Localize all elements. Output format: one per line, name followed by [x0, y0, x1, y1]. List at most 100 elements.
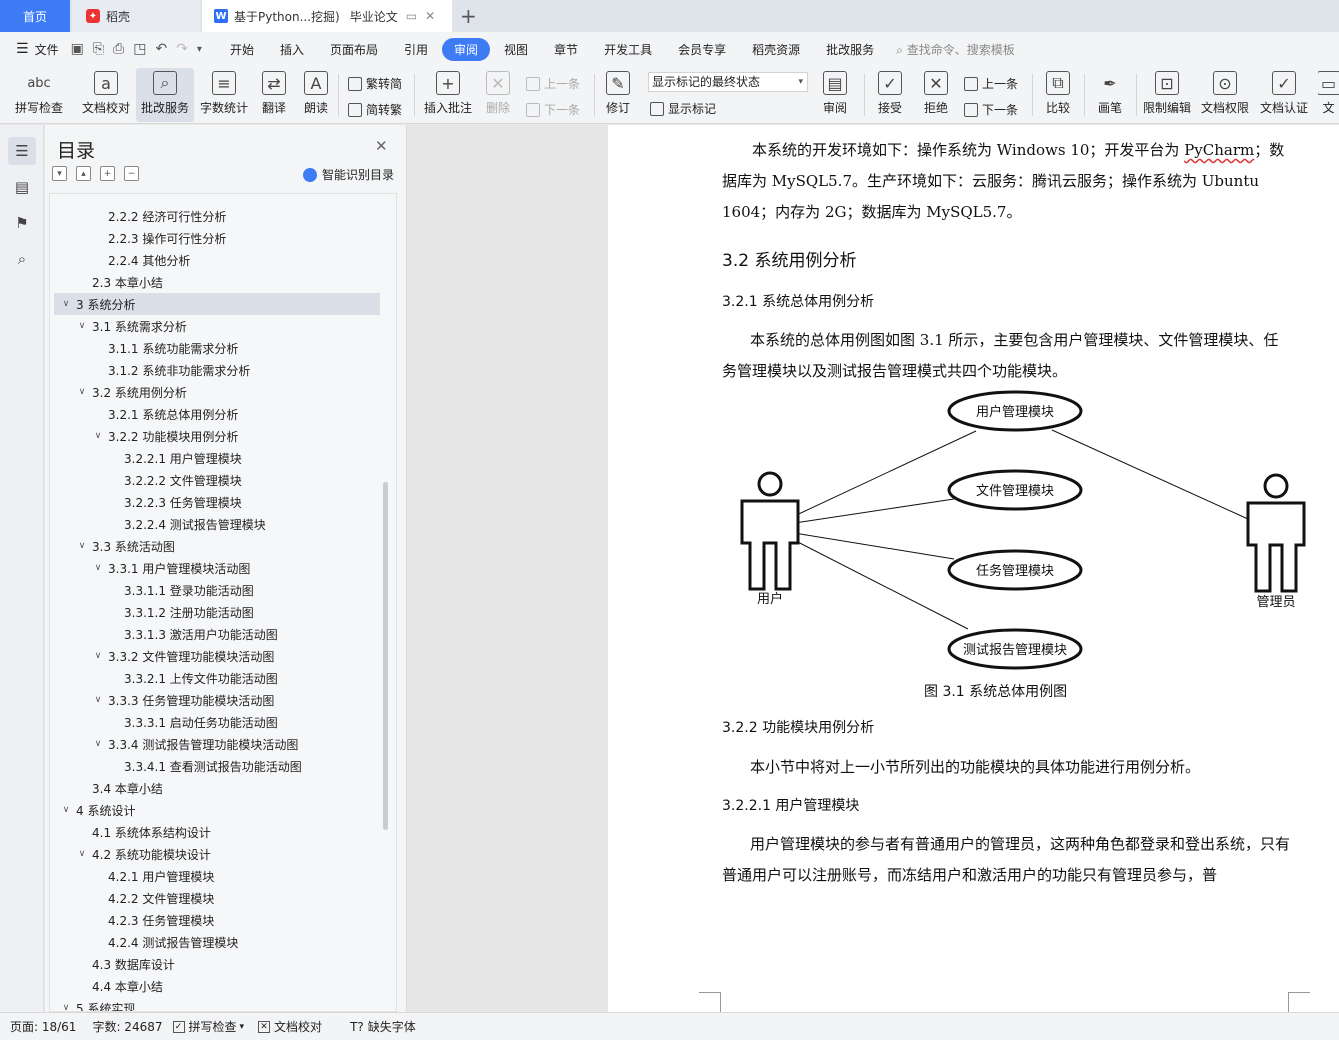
chapter-panel-icon[interactable]: ▤ — [8, 173, 36, 201]
menu-tab-10[interactable]: 批改服务 — [814, 38, 886, 61]
proofread-button[interactable]: a 文档校对 — [78, 68, 134, 122]
toc-item[interactable]: 3.2.1 系统总体用例分析 — [54, 403, 380, 425]
pin-window-icon[interactable]: ▭ — [406, 9, 417, 23]
tab-home[interactable]: 首页 — [0, 0, 70, 32]
command-search[interactable]: ⌕ 查找命令、搜索模板 — [896, 41, 1015, 58]
menu-tab-5[interactable]: 视图 — [492, 38, 540, 61]
new-tab-plus-icon[interactable]: + — [460, 4, 477, 28]
menu-tab-6[interactable]: 章节 — [542, 38, 590, 61]
search-icon[interactable]: ⌕ — [8, 245, 36, 273]
wordcount-button[interactable]: ≡ 字数统计 — [198, 68, 250, 122]
toc-item[interactable]: ∨ 3.1 系统需求分析 — [54, 315, 380, 337]
toc-item[interactable]: ∨ 3.3.2 文件管理功能模块活动图 — [54, 645, 380, 667]
toc-item[interactable]: 3.1.2 系统非功能需求分析 — [54, 359, 380, 381]
toc-item[interactable]: ∨ 3.3.3 任务管理功能模块活动图 — [54, 689, 380, 711]
toc-item[interactable]: 3.4 本章小结 — [54, 777, 380, 799]
toc-item[interactable]: ∨ 3.2 系统用例分析 — [54, 381, 380, 403]
collapse-toggle-icon[interactable]: ∨ — [60, 1003, 72, 1011]
collapse-toggle-icon[interactable]: ∨ — [92, 431, 104, 441]
menu-tab-0[interactable]: 开始 — [218, 38, 266, 61]
page-indicator[interactable]: 页面: 18/61 — [10, 1018, 76, 1035]
menu-tab-7[interactable]: 开发工具 — [592, 38, 664, 61]
toc-item[interactable]: 3.3.3.1 启动任务功能活动图 — [54, 711, 380, 733]
simp-to-trad-button[interactable]: 简转繁 — [348, 101, 402, 118]
add-heading-icon[interactable]: + — [100, 166, 115, 181]
toc-item[interactable]: ∨ 3.3 系统活动图 — [54, 535, 380, 557]
toc-item[interactable]: 3.2.2.2 文件管理模块 — [54, 469, 380, 491]
preview-icon[interactable]: ◳ — [133, 41, 146, 57]
reject-button[interactable]: ✕ 拒绝 — [916, 68, 956, 122]
next-comment-button[interactable]: 下一条 — [526, 101, 580, 118]
menu-tab-4[interactable]: 审阅 — [442, 37, 491, 61]
toc-item[interactable]: 3.2.2.1 用户管理模块 — [54, 447, 380, 469]
collapse-all-icon[interactable]: ▴ — [76, 166, 91, 181]
redo-icon[interactable]: ↷ — [176, 41, 188, 57]
toc-item[interactable]: ∨ 3.3.4 测试报告管理功能模块活动图 — [54, 733, 380, 755]
toc-item[interactable]: 2.2.4 其他分析 — [54, 249, 380, 271]
prev-comment-button[interactable]: 上一条 — [526, 75, 580, 92]
collapse-toggle-icon[interactable]: ∨ — [92, 651, 104, 661]
smart-toc-button[interactable]: 智能识别目录 — [303, 166, 394, 183]
menu-tab-8[interactable]: 会员专享 — [666, 38, 738, 61]
close-tab-icon[interactable]: ✕ — [425, 9, 435, 23]
remove-heading-icon[interactable]: − — [124, 166, 139, 181]
toc-item[interactable]: 4.1 系统体系结构设计 — [54, 821, 380, 843]
toc-item[interactable]: ∨ 4.2 系统功能模块设计 — [54, 843, 380, 865]
translate-button[interactable]: ⇄ 翻译 — [256, 68, 292, 122]
collapse-toggle-icon[interactable]: ∨ — [76, 541, 88, 551]
toc-item[interactable]: 4.4 本章小结 — [54, 975, 380, 997]
toc-item[interactable]: ∨ 3.3.1 用户管理模块活动图 — [54, 557, 380, 579]
toc-item[interactable]: 3.3.1.1 登录功能活动图 — [54, 579, 380, 601]
collapse-toggle-icon[interactable]: ∨ — [60, 299, 72, 309]
toc-item[interactable]: 3.2.2.3 任务管理模块 — [54, 491, 380, 513]
restrict-edit-button[interactable]: ⊡ 限制编辑 — [1140, 68, 1194, 122]
next-change-button[interactable]: 下一条 — [964, 101, 1018, 118]
toc-item[interactable]: 3.2.2.4 测试报告管理模块 — [54, 513, 380, 535]
close-icon[interactable]: ✕ — [375, 137, 388, 155]
export-icon[interactable]: ⎘ — [93, 41, 104, 57]
missing-font-status[interactable]: T? 缺失字体 — [350, 1018, 416, 1035]
toc-item[interactable]: ∨ 4 系统设计 — [54, 799, 380, 821]
menu-tab-1[interactable]: 插入 — [268, 38, 316, 61]
toc-item[interactable]: 3.3.1.2 注册功能活动图 — [54, 601, 380, 623]
prev-change-button[interactable]: 上一条 — [964, 75, 1018, 92]
trad-to-simp-button[interactable]: 繁转简 — [348, 75, 402, 92]
toc-item[interactable]: 4.3 数据库设计 — [54, 953, 380, 975]
spellcheck-button[interactable]: abc 拼写检查 — [8, 68, 70, 122]
more-ribbon-button[interactable]: ▭ 文 — [1318, 68, 1339, 122]
doc-permission-button[interactable]: ⊙ 文档权限 — [1198, 68, 1252, 122]
print-icon[interactable]: ⎙ — [113, 41, 124, 57]
proofread-status[interactable]: ✕ 文档校对 — [258, 1018, 322, 1035]
bookmark-icon[interactable]: ⚑ — [8, 209, 36, 237]
markup-state-select[interactable]: 显示标记的最终状态 ▾ — [648, 72, 808, 92]
pen-button[interactable]: ✒ 画笔 — [1092, 68, 1128, 122]
collapse-toggle-icon[interactable]: ∨ — [60, 805, 72, 815]
accept-button[interactable]: ✓ 接受 — [870, 68, 910, 122]
menu-tab-2[interactable]: 页面布局 — [318, 38, 390, 61]
compare-button[interactable]: ⧉ 比较 — [1038, 68, 1078, 122]
toc-item[interactable]: 3.3.4.1 查看测试报告功能活动图 — [54, 755, 380, 777]
read-aloud-button[interactable]: A 朗读 — [300, 68, 332, 122]
toc-item[interactable]: 2.3 本章小结 — [54, 271, 380, 293]
track-changes-button[interactable]: ✎ 修订 — [600, 68, 636, 122]
review-pane-button[interactable]: ▤ 审阅 — [816, 68, 854, 122]
expand-all-icon[interactable]: ▾ — [52, 166, 67, 181]
toc-item[interactable]: 4.2.1 用户管理模块 — [54, 865, 380, 887]
toc-item[interactable]: 4.2.2 文件管理模块 — [54, 887, 380, 909]
toc-item[interactable]: 4.2.3 任务管理模块 — [54, 909, 380, 931]
toc-item[interactable]: 3.3.1.3 激活用户功能活动图 — [54, 623, 380, 645]
toc-item[interactable]: 4.2.4 测试报告管理模块 — [54, 931, 380, 953]
toc-item[interactable]: 2.2.3 操作可行性分析 — [54, 227, 380, 249]
collapse-toggle-icon[interactable]: ∨ — [76, 849, 88, 859]
toc-item[interactable]: ∨ 3 系统分析 — [54, 293, 380, 315]
toc-item[interactable]: 3.1.1 系统功能需求分析 — [54, 337, 380, 359]
menu-tab-9[interactable]: 稻壳资源 — [740, 38, 812, 61]
toc-item[interactable]: ∨ 3.2.2 功能模块用例分析 — [54, 425, 380, 447]
collapse-toggle-icon[interactable]: ∨ — [92, 695, 104, 705]
collapse-toggle-icon[interactable]: ∨ — [92, 739, 104, 749]
collapse-toggle-icon[interactable]: ∨ — [76, 321, 88, 331]
toc-scrollbar[interactable] — [383, 482, 388, 830]
correction-service-button[interactable]: ⌕ 批改服务 — [136, 68, 194, 122]
delete-comment-button[interactable]: ✕ 删除 — [480, 68, 516, 122]
insert-comment-button[interactable]: + 插入批注 — [422, 68, 474, 122]
